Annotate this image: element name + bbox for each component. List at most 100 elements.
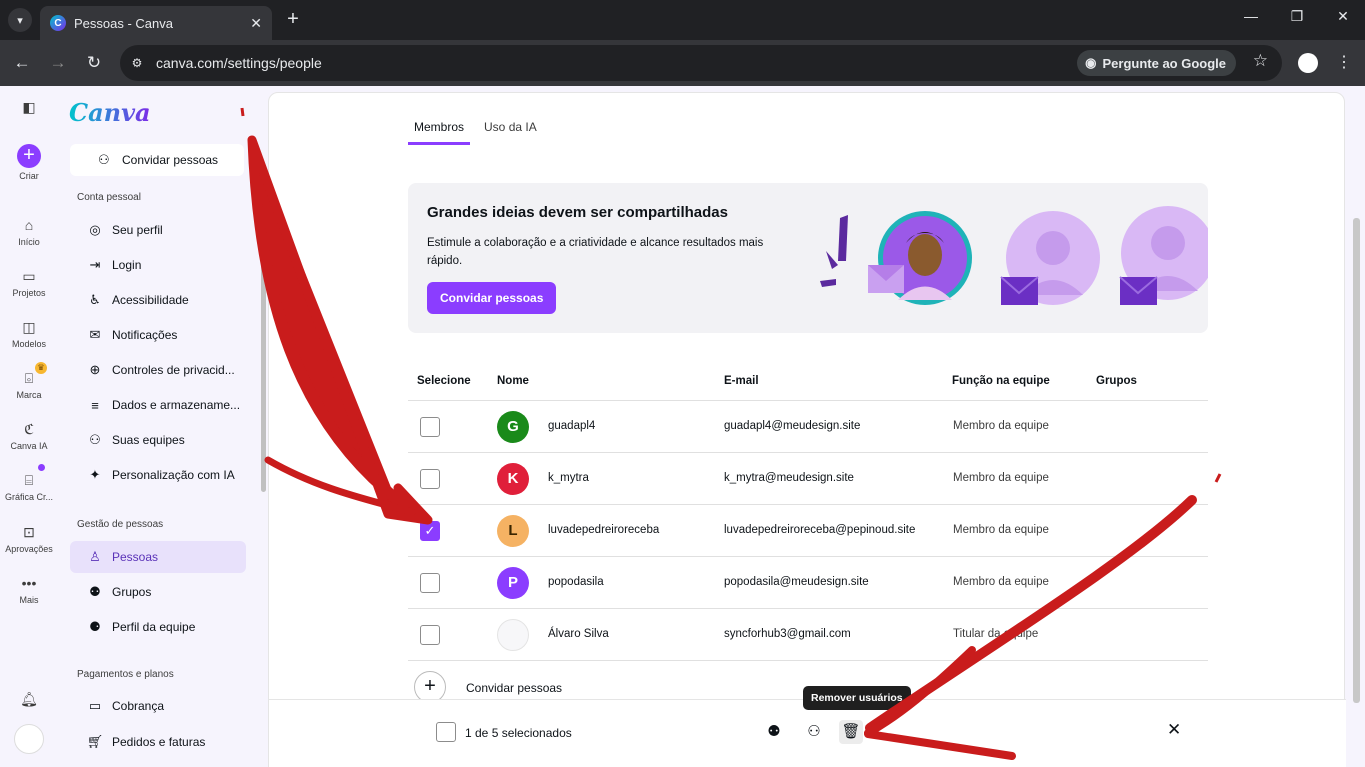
rail-ai-label: Canva IA [10, 441, 48, 451]
member-role[interactable]: Membro da equipe [953, 576, 1049, 588]
sidebar-item-teams[interactable]: ⚇ Suas equipes [70, 424, 246, 456]
tabs: Membros Uso da IA [408, 115, 551, 145]
rail-projects[interactable]: ▭ Projetos [0, 267, 58, 298]
header-select: Selecione [417, 375, 471, 387]
sidebar-item-label: Pessoas [112, 550, 159, 564]
settings-sidebar: Canva ⚇ Convidar pessoas Conta pessoal ◎… [58, 86, 268, 767]
ask-google-button[interactable]: ◉ Pergunte ao Google [1077, 50, 1236, 76]
add-to-group-icon[interactable]: ⚇ [802, 720, 826, 744]
tab-search-button[interactable]: ▾ [8, 8, 32, 32]
back-icon[interactable]: ← [11, 52, 33, 74]
main-panel: Membros Uso da IA Grandes ideias devem s… [268, 92, 1346, 767]
sidebar-item-people[interactable]: ♙ Pessoas [70, 541, 246, 573]
close-selection-icon[interactable]: ✕ [1167, 720, 1181, 740]
sidebar-item-login[interactable]: ⇥ Login [70, 249, 246, 281]
header-name[interactable]: Nome [497, 375, 529, 387]
header-role[interactable]: Função na equipe [952, 375, 1050, 387]
bookmark-star-icon[interactable]: ☆ [1253, 51, 1268, 71]
remove-users-tooltip: Remover usuários [803, 686, 911, 710]
lens-icon: ◉ [1085, 55, 1097, 70]
member-role[interactable]: Membro da equipe [953, 420, 1049, 432]
banner-text: Estimule a colaboração e a criatividade … [427, 237, 764, 267]
page-scrollbar[interactable] [1353, 218, 1360, 703]
reload-icon[interactable]: ↻ [83, 52, 105, 74]
banner-invite-button[interactable]: Convidar pessoas [427, 282, 557, 314]
restore-icon[interactable]: ❐ [1282, 8, 1312, 25]
header-email[interactable]: E-mail [724, 375, 759, 387]
sidebar-invite-button[interactable]: ⚇ Convidar pessoas [70, 144, 244, 176]
row-checkbox-checked[interactable]: ✓ [420, 521, 440, 541]
user-avatar[interactable] [14, 724, 44, 754]
table-row[interactable]: G guadapl4 guadapl4@meudesign.site Membr… [408, 401, 1208, 453]
trash-icon[interactable]: 🗑︎ [839, 720, 863, 744]
member-email: syncforhub3@gmail.com [724, 628, 851, 640]
url-text[interactable]: canva.com/settings/people [156, 55, 322, 71]
row-checkbox[interactable] [420, 625, 440, 645]
window-close-icon[interactable]: ✕ [1328, 8, 1358, 25]
sidebar-item-data-storage[interactable]: ≡ Dados e armazename... [70, 389, 246, 421]
member-name: Álvaro Silva [548, 628, 609, 640]
address-bar[interactable]: ⚙ canva.com/settings/people ◉ Pergunte a… [120, 45, 1282, 81]
select-all-checkbox[interactable] [436, 722, 456, 742]
ask-google-label: Pergunte ao Google [1102, 55, 1226, 71]
close-tab-icon[interactable]: ✕ [250, 15, 262, 32]
rail-create[interactable]: + Criar [0, 144, 58, 181]
new-tab-button[interactable]: + [282, 8, 304, 30]
canva-logo[interactable]: Canva [69, 98, 151, 127]
sidebar-item-notifications[interactable]: ✉ Notificações [70, 319, 246, 351]
sidebar-item-label: Suas equipes [112, 433, 185, 447]
row-checkbox[interactable] [420, 417, 440, 437]
sidebar-item-profile[interactable]: ◎ Seu perfil [70, 214, 246, 246]
sidebar-item-billing[interactable]: ▭ Cobrança [70, 690, 246, 722]
member-name: k_mytra [548, 472, 589, 484]
table-header: Selecione Nome E-mail Função na equipe G… [408, 361, 1208, 401]
minimize-icon[interactable]: — [1236, 8, 1266, 24]
toggle-sidebar-button[interactable]: ◧ [0, 98, 58, 119]
sidebar-item-groups[interactable]: ⚉ Grupos [70, 576, 246, 608]
member-email: guadapl4@meudesign.site [724, 420, 861, 432]
rail-brand[interactable]: ⌻ Marca [0, 369, 58, 400]
member-avatar: P [497, 567, 529, 599]
browser-toolbar: ← → ↻ ⚙ canva.com/settings/people ◉ Perg… [0, 40, 1365, 86]
table-row[interactable]: ✓ L luvadepedreiroreceba luvadepedreiror… [408, 505, 1208, 557]
sidebar-item-team-profile[interactable]: ⚈ Perfil da equipe [70, 611, 246, 643]
sidebar-item-ai-personalization[interactable]: ✦ Personalização com IA [70, 459, 246, 491]
table-row[interactable]: Álvaro Silva syncforhub3@gmail.com Titul… [408, 609, 1208, 661]
sidebar-scrollbar[interactable] [261, 194, 266, 492]
table-row[interactable]: K k_mytra k_mytra@meudesign.site Membro … [408, 453, 1208, 505]
sidebar-item-label: Dados e armazename... [112, 398, 241, 412]
row-checkbox[interactable] [420, 469, 440, 489]
notifications-bell[interactable]: 🔔︎ [0, 690, 58, 711]
sidebar-item-label: Perfil da equipe [112, 620, 196, 634]
browser-menu-icon[interactable]: ⋮ [1336, 52, 1352, 72]
plus-icon: + [17, 144, 41, 168]
rail-templates[interactable]: ◫ Modelos [0, 318, 58, 349]
row-checkbox[interactable] [420, 573, 440, 593]
site-settings-icon[interactable]: ⚙ [126, 52, 148, 74]
rail-create-label: Criar [19, 171, 39, 181]
sidebar-item-accessibility[interactable]: ♿︎ Acessibilidade [70, 284, 246, 316]
member-role[interactable]: Membro da equipe [953, 524, 1049, 536]
rail-approvals[interactable]: ⊡ Aprovações [0, 523, 58, 554]
sidebar-item-privacy[interactable]: ⊕ Controles de privacid... [70, 354, 246, 386]
canva-ai-icon: ℭ [24, 421, 34, 437]
table-row[interactable]: P popodasila popodasila@meudesign.site M… [408, 557, 1208, 609]
tab-ai-usage[interactable]: Uso da IA [478, 115, 543, 145]
forward-icon[interactable]: → [47, 52, 69, 74]
profile-avatar[interactable] [1298, 53, 1318, 73]
groups-action-icon[interactable]: ⚉ [762, 720, 786, 744]
rail-home[interactable]: ⌂ Início [0, 216, 58, 247]
sparkle-icon: ✦ [89, 467, 101, 482]
tab-members[interactable]: Membros [408, 115, 471, 145]
groups-icon: ⚉ [89, 584, 101, 599]
rail-ai[interactable]: ℭ Canva IA [0, 420, 58, 451]
browser-tab[interactable]: C Pessoas - Canva ✕ [40, 6, 272, 40]
rail-print[interactable]: ⌸ Gráfica Cr... [0, 471, 58, 502]
section-billing: Pagamentos e planos [77, 669, 174, 680]
sidebar-item-orders[interactable]: 🛒︎ Pedidos e faturas [70, 726, 246, 758]
canva-page: ◧ + Criar ⌂ Início ▭ Projetos ◫ Modelos … [0, 86, 1365, 767]
cart-icon: 🛒︎ [86, 734, 104, 749]
member-role[interactable]: Membro da equipe [953, 472, 1049, 484]
rail-more[interactable]: ••• Mais [0, 574, 58, 605]
more-icon: ••• [21, 575, 37, 591]
